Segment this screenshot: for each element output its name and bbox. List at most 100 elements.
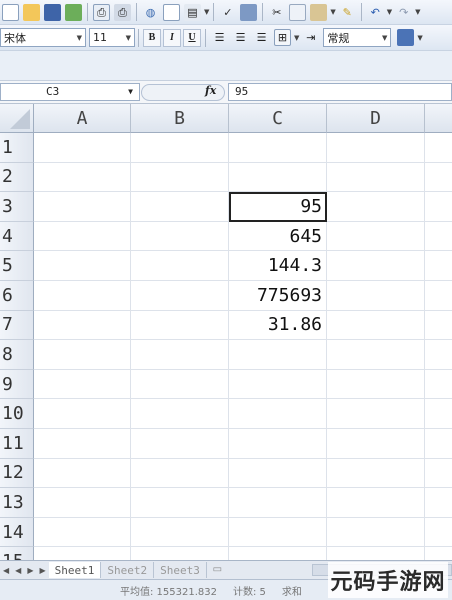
italic-button[interactable]: I	[163, 28, 181, 47]
cell-b12[interactable]	[131, 458, 229, 489]
cell-e4[interactable]	[425, 222, 452, 252]
cell-d4[interactable]	[327, 221, 425, 252]
cell-e1[interactable]	[425, 133, 452, 163]
cell-c13[interactable]	[229, 488, 327, 518]
cell-e13[interactable]	[425, 488, 452, 518]
align-center-icon[interactable]: ☰	[232, 29, 249, 46]
first-sheet-icon[interactable]: ◀	[3, 566, 9, 575]
cell-d6[interactable]	[327, 281, 425, 311]
cell-a8[interactable]	[34, 340, 131, 370]
select-all-corner[interactable]	[0, 104, 34, 133]
cell-d11[interactable]	[327, 429, 425, 459]
row-header-15[interactable]: 15	[0, 547, 34, 560]
row-header-14[interactable]: 14	[0, 517, 34, 548]
column-header-d[interactable]: D	[327, 104, 425, 133]
cell-b11[interactable]	[131, 429, 229, 459]
cell-b4[interactable]	[131, 221, 229, 252]
cell-e6[interactable]	[425, 281, 452, 311]
print-preview-icon[interactable]: ⎙	[93, 3, 110, 21]
row-header-2[interactable]: 2	[0, 162, 34, 193]
row-header-8[interactable]: 8	[0, 340, 34, 370]
cell-a12[interactable]	[34, 458, 131, 489]
row-header-10[interactable]: 10	[0, 399, 34, 429]
copy-icon[interactable]	[289, 3, 307, 21]
save-icon[interactable]	[44, 3, 61, 21]
cell-c3[interactable]: 95	[229, 192, 327, 222]
cell-d7[interactable]	[327, 310, 425, 341]
row-header-5[interactable]: 5	[0, 251, 34, 281]
name-box[interactable]: C3 ▼	[0, 83, 140, 101]
next-sheet-icon[interactable]: ▶	[27, 566, 33, 575]
cut-icon[interactable]: ✂	[268, 4, 285, 21]
cell-a11[interactable]	[34, 429, 131, 459]
row-header-4[interactable]: 4	[0, 221, 34, 252]
row-header-12[interactable]: 12	[0, 458, 34, 489]
cell-d5[interactable]	[327, 251, 425, 281]
cell-b13[interactable]	[131, 488, 229, 518]
chevron-down-icon[interactable]: ▼	[128, 84, 133, 100]
cell-c11[interactable]	[229, 429, 327, 459]
chevron-down-icon[interactable]: ▼	[417, 34, 422, 42]
merge-cells-icon[interactable]: ⊞	[274, 29, 291, 46]
row-header-13[interactable]: 13	[0, 488, 34, 518]
cell-c2[interactable]	[229, 162, 327, 193]
cell-b1[interactable]	[131, 133, 229, 163]
export-icon[interactable]	[65, 3, 82, 21]
cell-d15[interactable]	[327, 547, 425, 560]
cell-e5[interactable]	[425, 251, 452, 281]
undo-icon[interactable]: ↶	[367, 4, 384, 21]
cell-a5[interactable]	[34, 251, 131, 281]
chevron-down-icon[interactable]: ▼	[330, 8, 335, 16]
cell-c7[interactable]: 31.86	[229, 310, 327, 341]
font-size-select[interactable]: 11 ▼	[89, 28, 135, 47]
insert-function-icon[interactable]: fx	[205, 84, 216, 97]
column-header-b[interactable]: B	[131, 104, 229, 133]
cell-a14[interactable]	[34, 517, 131, 548]
cell-e14[interactable]	[425, 518, 452, 548]
cell-d8[interactable]	[327, 340, 425, 370]
cell-e3[interactable]	[425, 192, 452, 222]
cell-e7[interactable]	[425, 311, 452, 341]
column-header-c[interactable]: C	[229, 104, 327, 133]
spellcheck-icon[interactable]: ✓	[219, 4, 236, 21]
indent-icon[interactable]: ⇥	[302, 29, 319, 46]
cell-c4[interactable]: 645	[229, 221, 327, 252]
cell-e11[interactable]	[425, 429, 452, 459]
research-icon[interactable]	[240, 3, 258, 21]
cell-d2[interactable]	[327, 162, 425, 193]
column-header-a[interactable]: A	[34, 104, 131, 133]
cell-c15[interactable]	[229, 547, 327, 560]
cell-b5[interactable]	[131, 251, 229, 281]
chevron-down-icon[interactable]: ▼	[204, 8, 209, 16]
cell-b6[interactable]	[131, 281, 229, 311]
chevron-down-icon[interactable]: ▼	[387, 8, 392, 16]
row-header-9[interactable]: 9	[0, 369, 34, 400]
cell-d10[interactable]	[327, 399, 425, 429]
cell-d13[interactable]	[327, 488, 425, 518]
cell-a15[interactable]	[34, 547, 131, 560]
cell-d1[interactable]	[327, 133, 425, 163]
cell-e15[interactable]	[425, 547, 452, 560]
cell-a6[interactable]	[34, 281, 131, 311]
cell-e9[interactable]	[425, 370, 452, 400]
prev-sheet-icon[interactable]: ◀	[15, 566, 21, 575]
cell-c10[interactable]	[229, 399, 327, 429]
redo-icon[interactable]: ↷	[395, 4, 412, 21]
align-left-icon[interactable]: ☰	[211, 29, 228, 46]
cell-b7[interactable]	[131, 310, 229, 341]
number-format-select[interactable]: 常规 ▼	[323, 28, 392, 47]
cell-b10[interactable]	[131, 399, 229, 429]
font-name-select[interactable]: 宋体 ▼	[0, 28, 86, 47]
format-painter-icon[interactable]: ✎	[339, 4, 356, 21]
cell-b9[interactable]	[131, 369, 229, 400]
cell-a9[interactable]	[34, 369, 131, 400]
row-header-1[interactable]: 1	[0, 133, 34, 163]
cell-e2[interactable]	[425, 163, 452, 193]
sheet-tab[interactable]: Sheet2	[101, 562, 155, 578]
open-folder-icon[interactable]	[23, 3, 40, 21]
cell-e10[interactable]	[425, 399, 452, 429]
cell-a10[interactable]	[34, 399, 131, 429]
cell-c6[interactable]: 775693	[229, 281, 327, 311]
print-icon[interactable]: ⎙	[114, 3, 131, 21]
column-header-partial[interactable]	[425, 104, 452, 133]
